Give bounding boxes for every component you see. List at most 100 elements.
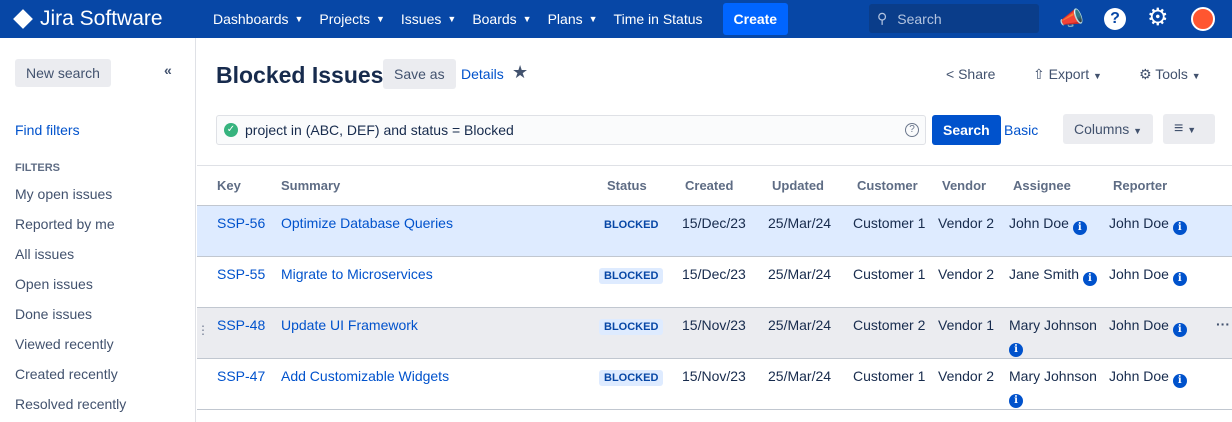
issue-key-link[interactable]: SSP-48 bbox=[217, 317, 265, 333]
info-icon[interactable]: i bbox=[1172, 323, 1187, 337]
jira-logo-icon bbox=[13, 9, 33, 29]
menu-icon: ≡ bbox=[1174, 120, 1184, 137]
search-button[interactable]: Search bbox=[932, 115, 1001, 145]
avatar[interactable] bbox=[1191, 7, 1215, 31]
filter-open-issues[interactable]: Open issues bbox=[15, 276, 93, 292]
view-menu-button[interactable]: ≡ ▼ bbox=[1163, 114, 1215, 144]
jql-input[interactable]: ✓ project in (ABC, DEF) and status = Bloc… bbox=[216, 115, 926, 145]
collapse-sidebar-icon[interactable]: « bbox=[164, 62, 172, 78]
issue-summary-link[interactable]: Add Customizable Widgets bbox=[281, 368, 449, 384]
reporter-name: John Doe bbox=[1109, 266, 1169, 282]
row-actions bbox=[1210, 358, 1232, 410]
info-icon[interactable]: i bbox=[1009, 343, 1023, 357]
assignee-name: Mary Johnson bbox=[1009, 317, 1097, 333]
status-badge: BLOCKED bbox=[599, 370, 664, 386]
reporter-name: John Doe bbox=[1109, 368, 1169, 384]
top-nav: Jira Software Dashboards ▼ Projects ▼ Issu… bbox=[0, 0, 1232, 38]
basic-link[interactable]: Basic bbox=[1004, 122, 1038, 138]
table-row[interactable]: SSP-47 Add Customizable Widgets BLOCKED … bbox=[197, 358, 1232, 410]
share-button[interactable]: < Share bbox=[946, 66, 995, 82]
columns-button[interactable]: Columns ▼ bbox=[1063, 114, 1154, 144]
issue-key-link[interactable]: SSP-47 bbox=[217, 368, 265, 384]
filter-all-issues[interactable]: All issues bbox=[15, 246, 74, 262]
filter-my-open-issues[interactable]: My open issues bbox=[15, 186, 112, 202]
status-badge: BLOCKED bbox=[599, 217, 664, 233]
col-key[interactable]: Key bbox=[197, 165, 277, 206]
gear-icon[interactable]: ⚙ bbox=[1147, 3, 1169, 32]
chevron-down-icon: ▼ bbox=[1092, 71, 1102, 81]
info-icon[interactable]: i bbox=[1172, 272, 1187, 286]
page-title: Blocked Issues bbox=[216, 62, 384, 88]
vendor: Vendor 2 bbox=[932, 358, 1003, 410]
chevron-down-icon: ▼ bbox=[1133, 126, 1143, 136]
new-search-button[interactable]: New search bbox=[15, 59, 111, 87]
filter-viewed-recently[interactable]: Viewed recently bbox=[15, 336, 114, 352]
save-as-button[interactable]: Save as bbox=[383, 59, 456, 89]
info-icon[interactable]: i bbox=[1072, 221, 1087, 235]
help-icon[interactable]: ? bbox=[1104, 8, 1126, 30]
nav-dashboards[interactable]: Dashboards ▼ bbox=[213, 11, 303, 27]
issue-summary-link[interactable]: Update UI Framework bbox=[281, 317, 418, 333]
col-created[interactable]: Created bbox=[676, 165, 762, 206]
col-customer[interactable]: Customer bbox=[847, 165, 932, 206]
issue-key-link[interactable]: SSP-56 bbox=[217, 215, 265, 231]
export-button[interactable]: ⇧ Export ▼ bbox=[1033, 66, 1102, 83]
filter-resolved-recently[interactable]: Resolved recently bbox=[15, 396, 126, 412]
filter-done-issues[interactable]: Done issues bbox=[15, 306, 92, 322]
updated-date: 25/Mar/24 bbox=[762, 256, 847, 308]
table-row[interactable]: SSP-48 Update UI Framework BLOCKED 15/No… bbox=[197, 307, 1232, 359]
megaphone-icon[interactable]: 📣 bbox=[1059, 6, 1084, 31]
assignee: John Doe i bbox=[1003, 205, 1103, 257]
nav-plans[interactable]: Plans ▼ bbox=[548, 11, 598, 27]
chevron-down-icon: ▼ bbox=[376, 14, 385, 24]
assignee: Mary Johnson i bbox=[1003, 358, 1103, 410]
jira-logo[interactable]: Jira Software bbox=[13, 7, 213, 31]
reporter: John Doe i bbox=[1103, 205, 1210, 257]
col-summary[interactable]: Summary bbox=[277, 165, 596, 206]
chevron-down-icon: ▼ bbox=[522, 14, 532, 24]
col-status[interactable]: Status bbox=[596, 165, 676, 206]
create-button[interactable]: Create bbox=[722, 3, 789, 35]
col-assignee[interactable]: Assignee bbox=[1003, 165, 1103, 206]
nav-projects[interactable]: Projects ▼ bbox=[319, 11, 385, 27]
find-filters-link[interactable]: Find filters bbox=[15, 122, 80, 138]
issue-key-link[interactable]: SSP-55 bbox=[217, 266, 265, 282]
table-row[interactable]: SSP-55 Migrate to Microservices BLOCKED … bbox=[197, 256, 1232, 308]
table-header: Key Summary Status Created Updated Custo… bbox=[197, 165, 1232, 206]
vendor: Vendor 1 bbox=[932, 307, 1003, 359]
info-icon[interactable]: i bbox=[1172, 374, 1187, 388]
issue-summary-link[interactable]: Migrate to Microservices bbox=[281, 266, 433, 282]
help-icon[interactable]: ? bbox=[905, 123, 919, 137]
nav-time-in-status[interactable]: Time in Status bbox=[614, 11, 703, 27]
vendor: Vendor 2 bbox=[932, 256, 1003, 308]
updated-date: 25/Mar/24 bbox=[762, 307, 847, 359]
nav-boards[interactable]: Boards ▼ bbox=[472, 11, 531, 27]
col-vendor[interactable]: Vendor bbox=[932, 165, 1003, 206]
issues-table: Key Summary Status Created Updated Custo… bbox=[197, 165, 1232, 410]
filter-reported-by-me[interactable]: Reported by me bbox=[15, 216, 115, 232]
drag-handle-icon[interactable]: ⋮ bbox=[197, 323, 209, 337]
filter-created-recently[interactable]: Created recently bbox=[15, 366, 118, 382]
customer: Customer 2 bbox=[847, 307, 932, 359]
info-icon[interactable]: i bbox=[1082, 272, 1097, 286]
issue-summary-link[interactable]: Optimize Database Queries bbox=[281, 215, 453, 231]
col-updated[interactable]: Updated bbox=[762, 165, 847, 206]
col-actions bbox=[1210, 165, 1232, 206]
star-icon[interactable]: ★ bbox=[512, 62, 528, 83]
search-input[interactable]: ⚲ Search bbox=[869, 4, 1039, 33]
created-date: 15/Nov/23 bbox=[676, 307, 762, 359]
created-date: 15/Nov/23 bbox=[676, 358, 762, 410]
nav-issues[interactable]: Issues ▼ bbox=[401, 11, 456, 27]
tools-button[interactable]: ⚙ Tools ▼ bbox=[1139, 66, 1201, 83]
created-date: 15/Dec/23 bbox=[676, 205, 762, 257]
more-actions-icon[interactable]: ··· bbox=[1216, 316, 1230, 332]
row-actions bbox=[1210, 256, 1232, 308]
table-row[interactable]: SSP-56 Optimize Database Queries BLOCKED… bbox=[197, 205, 1232, 257]
col-reporter[interactable]: Reporter bbox=[1103, 165, 1210, 206]
status-badge: BLOCKED bbox=[599, 319, 664, 335]
details-link[interactable]: Details bbox=[461, 66, 504, 82]
info-icon[interactable]: i bbox=[1009, 394, 1023, 408]
sidebar: New search « Find filters FILTERS My ope… bbox=[0, 38, 196, 422]
chevron-down-icon: ▼ bbox=[588, 14, 598, 24]
info-icon[interactable]: i bbox=[1172, 221, 1187, 235]
